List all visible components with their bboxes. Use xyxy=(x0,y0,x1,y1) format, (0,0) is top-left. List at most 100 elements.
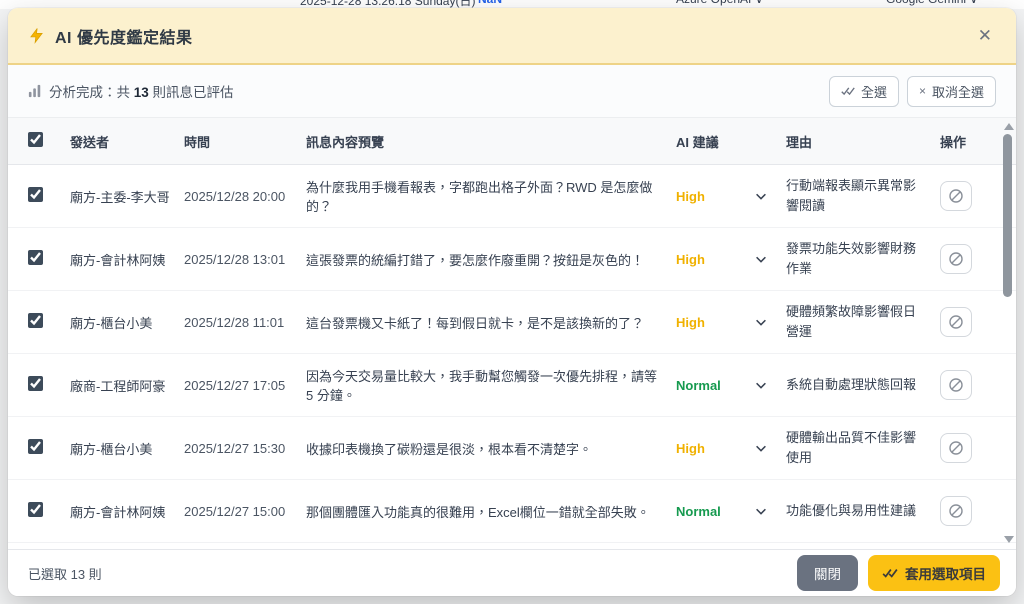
table-row: 廟方-主委-李大哥 2025/12/28 20:00 為什麼我用手機看報表，字都… xyxy=(8,165,1016,228)
close-icon[interactable]: ✕ xyxy=(974,23,996,48)
modal-header: AI 優先度鑑定結果 ✕ xyxy=(8,8,1016,65)
message-preview-cell: 這張發票的統編打錯了，要怎麼作廢重開？按鈕是灰色的！ xyxy=(306,250,672,269)
row-checkbox[interactable] xyxy=(28,439,43,454)
modal-title: AI 優先度鑑定結果 xyxy=(55,24,192,48)
time-cell: 2025/12/27 17:05 xyxy=(184,378,302,393)
suggestion-value: High xyxy=(676,315,705,330)
message-preview-cell: 收據印表機換了碳粉還是很淡，根本看不清楚字。 xyxy=(306,439,672,458)
results-table: 發送者 時間 訊息內容預覽 AI 建議 理由 操作 廟方-主委-李大哥 2025… xyxy=(8,117,1016,549)
row-checkbox[interactable] xyxy=(28,376,43,391)
ban-icon xyxy=(948,503,964,519)
background-provider-gemini: Google Gemini ∨ xyxy=(886,0,978,6)
message-preview-cell: 這台發票機又卡紙了！每到假日就卡，是不是該換新的了？ xyxy=(306,313,672,332)
ai-suggestion-cell: High xyxy=(676,189,782,204)
analysis-toolbar: 分析完成：共 13 則訊息已評估 全選 × 取消全選 xyxy=(8,65,1016,117)
scroll-up-arrow-icon[interactable] xyxy=(1004,123,1014,130)
status-text: 分析完成：共 13 則訊息已評估 xyxy=(49,81,234,101)
sender-cell: 廟方-櫃台小美 xyxy=(70,313,180,332)
time-cell: 2025/12/28 20:00 xyxy=(184,189,302,204)
time-cell: 2025/12/28 11:01 xyxy=(184,315,302,330)
scrollbar-thumb[interactable] xyxy=(1003,134,1012,297)
toolbar-actions: 全選 × 取消全選 xyxy=(829,76,996,107)
sender-cell: 廟方-櫃台小美 xyxy=(70,439,180,458)
exclude-button[interactable] xyxy=(940,496,972,526)
ai-suggestion-cell: High xyxy=(676,315,782,330)
select-all-checkbox[interactable] xyxy=(28,132,43,147)
select-all-label: 全選 xyxy=(861,82,887,101)
exclude-button[interactable] xyxy=(940,244,972,274)
time-cell: 2025/12/28 13:01 xyxy=(184,252,302,267)
table-row: 廠商-工程師阿豪 2025/12/27 17:05 因為今天交易量比較大，我手動… xyxy=(8,354,1016,417)
row-checkbox[interactable] xyxy=(28,502,43,517)
row-checkbox[interactable] xyxy=(28,250,43,265)
reason-cell: 行動端報表顯示異常影響閱讀 xyxy=(786,176,936,216)
column-header-sender: 發送者 xyxy=(70,132,180,151)
chevron-down-icon[interactable] xyxy=(754,252,768,266)
chevron-down-icon[interactable] xyxy=(754,315,768,329)
ban-icon xyxy=(948,314,964,330)
row-checkbox[interactable] xyxy=(28,187,43,202)
suggestion-value: High xyxy=(676,252,705,267)
sender-cell: 廟方-會計林阿姨 xyxy=(70,502,180,521)
selected-count: 已選取 13 則 xyxy=(28,564,102,583)
double-check-icon xyxy=(882,567,898,579)
column-header-reason: 理由 xyxy=(786,132,936,151)
reason-cell: 硬體輸出品質不佳影響使用 xyxy=(786,428,936,468)
suggestion-value: Normal xyxy=(676,504,721,519)
analysis-status: 分析完成：共 13 則訊息已評估 xyxy=(28,81,234,101)
reason-cell: 功能優化與易用性建議 xyxy=(786,501,936,521)
apply-selection-button[interactable]: 套用選取項目 xyxy=(868,555,1000,591)
scroll-down-arrow-icon[interactable] xyxy=(1004,536,1014,543)
chevron-down-icon[interactable] xyxy=(754,378,768,392)
column-header-action: 操作 xyxy=(940,132,990,151)
background-nan-value: NaN xyxy=(478,0,502,6)
table-row: 廟方-櫃台小美 2025/12/27 15:30 收據印表機換了碳粉還是很淡，根… xyxy=(8,417,1016,480)
ban-icon xyxy=(948,377,964,393)
bar-chart-icon xyxy=(28,84,42,98)
ai-suggestion-cell: Normal xyxy=(676,378,782,393)
reason-cell: 發票功能失效影響財務作業 xyxy=(786,239,936,279)
deselect-all-button[interactable]: × 取消全選 xyxy=(907,76,996,107)
column-header-suggestion: AI 建議 xyxy=(676,132,782,151)
column-header-time: 時間 xyxy=(184,132,302,151)
reason-cell: 系統自動處理狀態回報 xyxy=(786,375,936,395)
suggestion-value: Normal xyxy=(676,378,721,393)
exclude-button[interactable] xyxy=(940,433,972,463)
table-body: 廟方-主委-李大哥 2025/12/28 20:00 為什麼我用手機看報表，字都… xyxy=(8,165,1016,549)
row-checkbox[interactable] xyxy=(28,313,43,328)
exclude-button[interactable] xyxy=(940,181,972,211)
deselect-all-label: 取消全選 xyxy=(932,82,984,101)
close-button[interactable]: 關閉 xyxy=(797,555,858,591)
modal-footer: 已選取 13 則 關閉 套用選取項目 xyxy=(8,549,1016,596)
ban-icon xyxy=(948,251,964,267)
lightning-icon xyxy=(28,27,45,44)
background-provider-azure: Azure OpenAI ∨ xyxy=(676,0,764,6)
time-cell: 2025/12/27 15:00 xyxy=(184,504,302,519)
apply-selection-label: 套用選取項目 xyxy=(905,563,986,583)
exclude-button[interactable] xyxy=(940,307,972,337)
table-row: 廟方-會計林阿姨 2025/12/28 13:01 這張發票的統編打錯了，要怎麼… xyxy=(8,228,1016,291)
vertical-scrollbar[interactable] xyxy=(1001,119,1014,547)
chevron-down-icon[interactable] xyxy=(754,441,768,455)
table-row: 廟方-會計林阿姨 2025/12/27 15:00 那個團體匯入功能真的很難用，… xyxy=(8,480,1016,543)
message-preview-cell: 為什麼我用手機看報表，字都跑出格子外面？RWD 是怎麼做的？ xyxy=(306,177,672,215)
message-preview-cell: 那個團體匯入功能真的很難用，Excel欄位一錯就全部失敗。 xyxy=(306,502,672,521)
ai-priority-result-modal: AI 優先度鑑定結果 ✕ 分析完成：共 13 則訊息已評估 全選 × 取消全選 xyxy=(8,8,1016,596)
table-row: 廟方-櫃台小美 2025/12/28 11:01 這台發票機又卡紙了！每到假日就… xyxy=(8,291,1016,354)
table-header-row: 發送者 時間 訊息內容預覽 AI 建議 理由 操作 xyxy=(8,117,1016,165)
reason-cell: 硬體頻繁故障影響假日營運 xyxy=(786,302,936,342)
chevron-down-icon[interactable] xyxy=(754,189,768,203)
column-header-preview: 訊息內容預覽 xyxy=(306,132,672,151)
chevron-down-icon[interactable] xyxy=(754,504,768,518)
sender-cell: 廟方-會計林阿姨 xyxy=(70,250,180,269)
select-all-button[interactable]: 全選 xyxy=(829,76,899,107)
ai-suggestion-cell: High xyxy=(676,441,782,456)
exclude-button[interactable] xyxy=(940,370,972,400)
x-icon: × xyxy=(919,84,926,98)
sender-cell: 廟方-主委-李大哥 xyxy=(70,187,180,206)
message-preview-cell: 因為今天交易量比較大，我手動幫您觸發一次優先排程，請等 5 分鐘。 xyxy=(306,366,672,404)
ban-icon xyxy=(948,188,964,204)
time-cell: 2025/12/27 15:30 xyxy=(184,441,302,456)
ai-suggestion-cell: High xyxy=(676,252,782,267)
suggestion-value: High xyxy=(676,441,705,456)
